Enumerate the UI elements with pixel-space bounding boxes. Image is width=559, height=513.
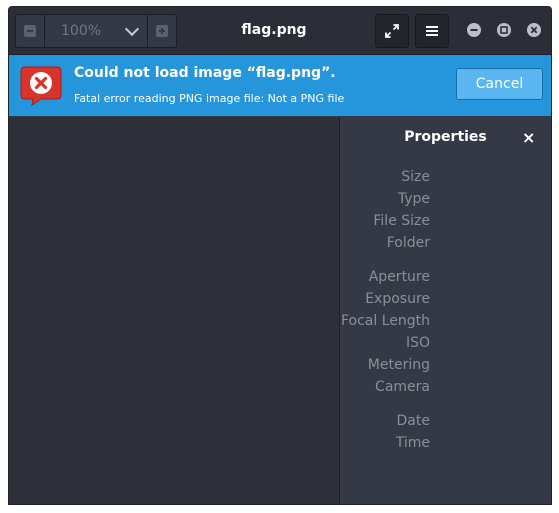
chevron-down-icon	[124, 21, 140, 36]
property-label-time: Time	[395, 435, 430, 451]
close-button[interactable]	[527, 23, 541, 37]
fullscreen-button[interactable]	[375, 14, 409, 48]
maximize-button[interactable]	[497, 23, 511, 37]
maximize-icon	[500, 26, 508, 34]
zoom-level-combo[interactable]: 100%	[45, 15, 147, 47]
close-icon	[530, 26, 538, 34]
error-title: Could not load image “flag.png”.	[74, 65, 336, 81]
error-message: Fatal error reading PNG image file: Not …	[74, 92, 345, 105]
properties-sidebar: Properties × Size Type File Size Folder …	[340, 117, 551, 504]
error-icon	[20, 66, 62, 106]
property-label-size: Size	[401, 169, 430, 185]
minimize-button[interactable]	[467, 23, 481, 37]
properties-title: Properties	[404, 129, 487, 145]
property-label-camera: Camera	[375, 379, 430, 395]
cancel-button[interactable]: Cancel	[456, 68, 543, 100]
minimize-icon	[470, 29, 478, 31]
property-label-exposure: Exposure	[365, 291, 430, 307]
property-label-date: Date	[396, 413, 430, 429]
error-infobar: Could not load image “flag.png”. Fatal e…	[9, 55, 551, 116]
property-label-folder: Folder	[386, 235, 430, 251]
property-label-focal-length: Focal Length	[340, 313, 430, 329]
menu-button[interactable]	[415, 14, 449, 48]
zoom-out-icon	[24, 25, 36, 37]
image-canvas[interactable]	[9, 117, 339, 504]
zoom-controls: 100%	[15, 14, 177, 48]
header-bar: 100% flag.png	[9, 7, 551, 55]
zoom-in-icon	[156, 25, 168, 37]
hamburger-menu-icon	[426, 26, 438, 36]
zoom-out-button[interactable]	[16, 15, 45, 47]
zoom-in-button[interactable]	[147, 15, 176, 47]
property-label-aperture: Aperture	[368, 269, 430, 285]
close-properties-icon[interactable]: ×	[522, 129, 535, 147]
property-label-metering: Metering	[367, 357, 430, 373]
zoom-level-value: 100%	[61, 23, 102, 39]
image-viewer-window: 100% flag.png Could not load image “flag…	[8, 6, 552, 505]
property-label-iso: ISO	[405, 335, 430, 351]
window-title: flag.png	[241, 22, 307, 38]
property-label-file-size: File Size	[373, 213, 430, 229]
property-label-type: Type	[397, 191, 430, 207]
fullscreen-icon	[385, 24, 399, 38]
